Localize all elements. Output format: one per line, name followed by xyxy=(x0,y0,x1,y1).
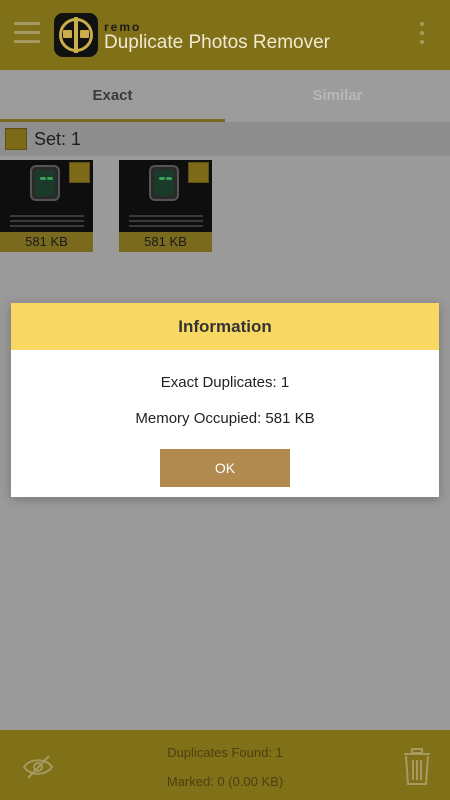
footer-bar xyxy=(0,730,450,800)
app-logo xyxy=(54,13,98,57)
set-header: Set: 1 xyxy=(0,122,450,156)
hamburger-menu-icon[interactable] xyxy=(14,22,40,44)
dialog-title: Information xyxy=(11,303,439,350)
set-select-checkbox[interactable] xyxy=(5,128,27,150)
ok-button[interactable]: OK xyxy=(160,449,290,487)
image-text-lines xyxy=(129,215,203,230)
photo-thumbnail[interactable]: 581 KB xyxy=(0,160,93,252)
tab-exact[interactable]: Exact xyxy=(0,70,225,122)
tab-bar: Exact Similar xyxy=(0,70,450,122)
tab-exact-label: Exact xyxy=(92,87,133,104)
tab-similar-label: Similar xyxy=(312,87,363,104)
photo-select-checkbox[interactable] xyxy=(188,162,209,183)
app-header: remo Duplicate Photos Remover xyxy=(0,0,450,70)
tab-similar[interactable]: Similar xyxy=(225,70,450,122)
trash-icon[interactable] xyxy=(402,748,432,786)
photo-size-label: 581 KB xyxy=(0,232,93,252)
photo-thumbnail[interactable]: 581 KB xyxy=(119,160,212,252)
information-dialog: Information Exact Duplicates: 1 Memory O… xyxy=(11,303,439,497)
app-title: Duplicate Photos Remover xyxy=(104,32,330,53)
photo-size-label: 581 KB xyxy=(119,232,212,252)
vertical-dots-icon[interactable] xyxy=(420,22,426,48)
image-text-lines xyxy=(10,215,84,230)
set-label: Set: 1 xyxy=(34,129,82,149)
duplicates-found-text: Duplicates Found: 1 xyxy=(167,745,283,760)
watch-image xyxy=(149,165,179,201)
memory-occupied-text: Memory Occupied: 581 KB xyxy=(135,410,315,427)
app-screen: remo Duplicate Photos Remover Exact Simi… xyxy=(0,0,450,800)
exact-duplicates-text: Exact Duplicates: 1 xyxy=(160,374,290,391)
photo-select-checkbox[interactable] xyxy=(69,162,90,183)
marked-count-text: Marked: 0 (0.00 KB) xyxy=(166,774,284,789)
watch-image xyxy=(30,165,60,201)
